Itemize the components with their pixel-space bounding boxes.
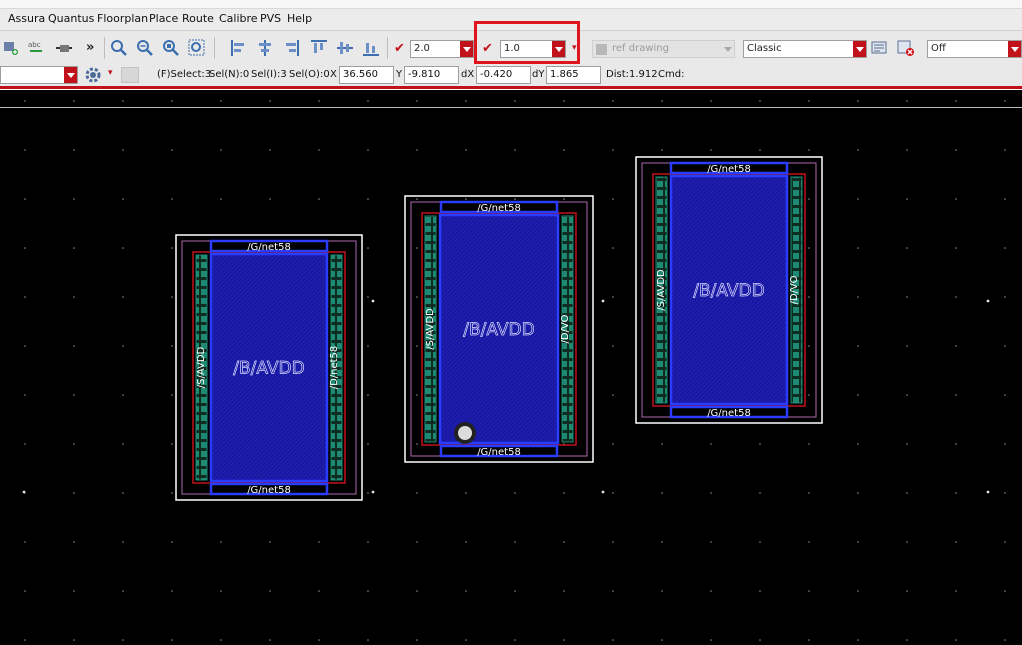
pin-icon[interactable] xyxy=(55,39,73,57)
menu-floorplan[interactable]: Floorplan xyxy=(97,12,148,25)
zoom-in-icon[interactable] xyxy=(110,39,128,57)
add-shape-icon[interactable] xyxy=(2,39,20,57)
zoom-area-icon[interactable] xyxy=(188,39,206,57)
source-label: /S/AVDD xyxy=(196,346,207,388)
transistor-3[interactable]: /G/net58/G/net58/B/AVDD/S/AVDD/D/VO xyxy=(635,156,823,424)
align-center-icon[interactable] xyxy=(256,39,274,57)
chevron-down-icon[interactable] xyxy=(460,41,473,57)
sel-o-count: Sel(O):0 xyxy=(289,69,330,80)
f-select-count: (F)Select:3 xyxy=(157,69,212,80)
command-combo[interactable] xyxy=(0,66,78,84)
disabled-tool-icon xyxy=(121,67,139,83)
off-combo[interactable]: Off xyxy=(927,40,1022,58)
chevron-down-icon xyxy=(721,41,734,57)
width-combo-value: 2.0 xyxy=(414,43,430,54)
menu-calibre[interactable]: Calibre xyxy=(219,12,258,25)
dx-label: dX xyxy=(461,69,475,80)
source-label: /S/AVDD xyxy=(656,269,667,311)
x-label: X xyxy=(330,69,337,80)
chevron-down-icon[interactable]: ▾ xyxy=(108,68,113,78)
distance-readout: Dist:1.912 xyxy=(606,69,658,80)
off-combo-value: Off xyxy=(931,43,946,54)
svg-text:abc: abc xyxy=(28,41,41,49)
layer-swatch-icon xyxy=(596,44,607,55)
layout-drawing[interactable]: /G/net58/G/net58/B/AVDD/S/AVDD/D/net58/G… xyxy=(0,90,1022,645)
transistor-2[interactable]: /G/net58/G/net58/B/AVDD/S/AVDD/D/VO xyxy=(404,195,594,463)
title-strip xyxy=(0,0,1022,9)
align-right-icon[interactable] xyxy=(282,39,300,57)
gate-top-label: /G/net58 xyxy=(247,242,291,253)
body-label: /B/AVDD xyxy=(463,320,534,340)
source-label: /S/AVDD xyxy=(425,308,436,350)
layer-combo-value: ref drawing xyxy=(612,43,669,54)
theme-combo[interactable]: Classic xyxy=(743,40,867,58)
sel-n-count: Sel(N):0 xyxy=(209,69,250,80)
chevron-down-icon[interactable] xyxy=(1008,41,1021,57)
chevron-down-icon[interactable] xyxy=(64,67,77,83)
dx-field[interactable]: -0.420 xyxy=(476,66,531,84)
align-middle-icon[interactable] xyxy=(336,39,354,57)
label-abc-icon[interactable]: abc xyxy=(27,39,45,57)
gate-top-label: /G/net58 xyxy=(477,203,521,214)
dy-field[interactable]: 1.865 xyxy=(546,66,601,84)
status-toolbar: ▾ (F)Select:3 Sel(N):0 Sel(I):3 Sel(O):0… xyxy=(0,64,1022,86)
menu-pvs[interactable]: PVS xyxy=(260,12,281,25)
gate-bottom-label: /G/net58 xyxy=(707,408,751,419)
layout-canvas[interactable]: /G/net58/G/net58/B/AVDD/S/AVDD/D/net58/G… xyxy=(0,90,1022,645)
body-label: /B/AVDD xyxy=(233,359,304,379)
annotation-highlight-box xyxy=(474,21,580,64)
drain-label: /D/VO xyxy=(560,314,571,343)
width-combo[interactable]: 2.0 xyxy=(410,40,474,58)
zoom-out-icon[interactable] xyxy=(136,39,154,57)
width-enable-check-icon[interactable]: ✔ xyxy=(394,41,405,56)
separator xyxy=(214,37,215,59)
menu-help[interactable]: Help xyxy=(287,12,312,25)
align-bottom-icon[interactable] xyxy=(362,39,380,57)
y-coordinate-field[interactable]: -9.810 xyxy=(404,66,459,84)
drain-label: /D/net58 xyxy=(329,346,340,390)
gate-top-label: /G/net58 xyxy=(707,164,751,175)
y-label: Y xyxy=(396,69,403,80)
menu-route[interactable]: Route xyxy=(182,12,214,25)
menu-quantus[interactable]: Quantus xyxy=(48,12,94,25)
command-label: Cmd: xyxy=(658,69,685,80)
theme-combo-value: Classic xyxy=(747,43,782,54)
dy-label: dY xyxy=(532,69,545,80)
align-top-icon[interactable] xyxy=(310,39,328,57)
x-coordinate-field[interactable]: 36.560 xyxy=(339,66,394,84)
menu-place[interactable]: Place xyxy=(149,12,178,25)
layer-combo: ref drawing xyxy=(592,40,735,58)
menu-assura[interactable]: Assura xyxy=(8,12,45,25)
gear-icon[interactable] xyxy=(84,66,102,84)
palette-icon[interactable] xyxy=(871,39,889,57)
drain-label: /D/VO xyxy=(789,275,800,304)
chevron-down-icon[interactable] xyxy=(853,41,866,57)
toolbar-overflow-button[interactable]: » xyxy=(86,40,94,55)
clear-highlight-icon[interactable] xyxy=(897,39,915,57)
transistor-1[interactable]: /G/net58/G/net58/B/AVDD/S/AVDD/D/net58 xyxy=(175,234,363,501)
body-label: /B/AVDD xyxy=(693,281,764,301)
align-left-icon[interactable] xyxy=(230,39,248,57)
separator xyxy=(104,37,105,59)
gate-bottom-label: /G/net58 xyxy=(477,447,521,458)
gate-bottom-label: /G/net58 xyxy=(247,485,291,496)
cursor-marker xyxy=(454,422,476,444)
sel-i-count: Sel(I):3 xyxy=(251,69,287,80)
zoom-fit-icon[interactable] xyxy=(162,39,180,57)
separator xyxy=(387,37,388,59)
